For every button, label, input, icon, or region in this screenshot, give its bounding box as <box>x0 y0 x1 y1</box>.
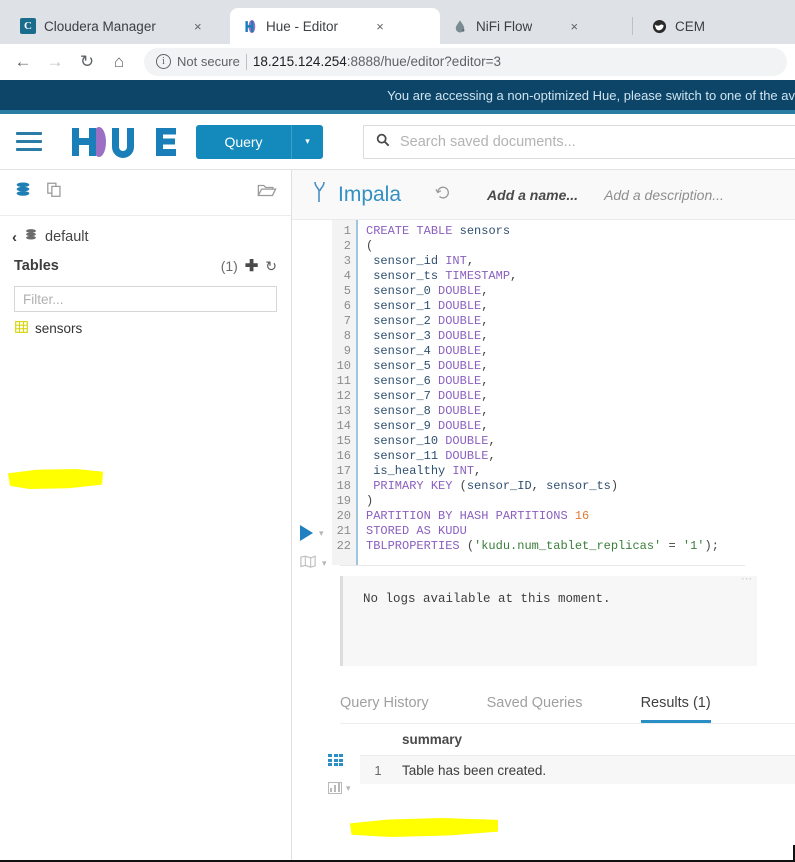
search-placeholder: Search saved documents... <box>400 133 576 150</box>
hamburger-icon[interactable] <box>0 132 58 151</box>
chart-view-control[interactable]: ▾ <box>328 782 360 794</box>
close-icon[interactable]: × <box>370 16 390 36</box>
tab-results[interactable]: Results (1) <box>640 695 711 723</box>
editor-engine-name[interactable]: Impala <box>338 183 401 207</box>
tables-label: Tables <box>14 258 59 274</box>
cell-summary: Table has been created. <box>402 762 547 778</box>
security-status: Not secure <box>177 54 240 69</box>
table-row[interactable]: 1 Table has been created. <box>360 755 795 784</box>
browser-tab-title: NiFi Flow <box>476 18 533 34</box>
browser-tab-hue-editor[interactable]: Hue - Editor × <box>230 8 440 44</box>
database-icon-small <box>24 228 38 246</box>
sql-code-text[interactable]: CREATE TABLE sensors( sensor_id INT, sen… <box>358 220 795 565</box>
back-button[interactable]: ← <box>8 47 38 77</box>
hue-icon <box>242 18 258 34</box>
breadcrumb-database-name[interactable]: default <box>45 229 89 245</box>
logs-separator <box>340 565 745 566</box>
column-header-summary[interactable]: summary <box>396 732 462 755</box>
query-name-input[interactable]: Add a name... <box>487 187 578 203</box>
logs-message: No logs available at this moment. <box>363 592 611 606</box>
forward-button[interactable]: → <box>40 47 70 77</box>
highlight-annotation-sensors <box>8 469 103 489</box>
logs-section: ⋯ No logs available at this moment. <box>340 573 795 666</box>
browser-window: C Cloudera Manager × Hue - Editor × NiFi… <box>0 0 795 862</box>
logs-panel: No logs available at this moment. <box>340 576 757 666</box>
plus-icon[interactable]: ✚ <box>245 256 258 276</box>
result-tabs: Query History Saved Queries Results (1) <box>340 684 795 724</box>
main-body: ‹ default Tables (1) ✚ ↻ Filter... senso… <box>0 170 795 860</box>
tables-header-row: Tables (1) ✚ ↻ <box>0 250 291 284</box>
cem-icon <box>651 18 667 34</box>
close-icon[interactable]: × <box>188 16 208 36</box>
results-area: ▾ summary 1 Table has been created. <box>328 732 795 794</box>
tab-saved-queries[interactable]: Saved Queries <box>487 695 583 723</box>
impala-icon <box>312 181 328 209</box>
browser-tab-title: Cloudera Manager <box>44 18 156 34</box>
code-block[interactable]: 1 2 3 4 5 6 7 8 9 10 11 12 13 14 15 16 17 18 19 20 21 22 CREA… <box>332 220 795 565</box>
database-icon[interactable] <box>14 181 32 204</box>
book-icon[interactable] <box>300 555 316 571</box>
assist-table-item-sensors[interactable]: sensors <box>12 320 85 337</box>
notification-banner-text: You are accessing a non-optimized Hue, p… <box>387 87 795 103</box>
documents-icon[interactable] <box>46 181 64 204</box>
browser-tab-cloudera-manager[interactable]: C Cloudera Manager × <box>8 8 230 44</box>
chevron-down-icon[interactable]: ▾ <box>322 558 327 569</box>
sql-editor[interactable]: ▾ ▾ 1 2 3 4 5 6 7 8 9 10 11 12 13 14 15 … <box>292 220 795 568</box>
refresh-icon[interactable]: ↻ <box>265 258 277 275</box>
browser-tab-title: CEM <box>675 18 705 34</box>
url-host: 18.215.124.254 <box>252 54 347 69</box>
notification-banner: You are accessing a non-optimized Hue, p… <box>0 80 795 110</box>
filter-placeholder: Filter... <box>23 291 64 307</box>
chevron-down-icon[interactable]: ▾ <box>291 124 323 159</box>
results-table-header: summary <box>360 732 795 755</box>
tables-count: (1) <box>220 258 238 274</box>
browser-tab-strip: C Cloudera Manager × Hue - Editor × NiFi… <box>0 0 795 44</box>
chevron-down-icon[interactable]: ▾ <box>346 783 351 794</box>
browser-tab-cem[interactable]: CEM <box>639 8 759 44</box>
logs-resize-handle[interactable]: ⋯ <box>741 572 753 585</box>
chevron-left-icon[interactable]: ‹ <box>12 229 17 246</box>
results-view-switcher: ▾ <box>328 732 360 794</box>
url-text: 18.215.124.254:8888/hue/editor?editor=3 <box>253 54 501 69</box>
url-path: :8888/hue/editor?editor=3 <box>346 54 501 69</box>
row-index: 1 <box>374 762 382 778</box>
reload-button[interactable]: ↻ <box>72 47 102 77</box>
line-number-gutter: 1 2 3 4 5 6 7 8 9 10 11 12 13 14 15 16 17 18 19 20 21 22 <box>332 220 358 565</box>
assist-table-name: sensors <box>35 321 83 336</box>
query-button[interactable]: Query <box>196 124 291 159</box>
chart-view-icon[interactable] <box>328 782 342 794</box>
assist-panel: ‹ default Tables (1) ✚ ↻ Filter... senso… <box>0 170 292 860</box>
grid-view-icon[interactable] <box>328 754 343 766</box>
editor-pane: Impala Add a name... Add a description..… <box>292 170 795 860</box>
query-button-group: Query ▾ <box>196 124 323 159</box>
hue-logo[interactable] <box>58 125 188 159</box>
tab-divider <box>632 17 633 35</box>
assist-toolbar <box>0 170 291 216</box>
editor-header: Impala Add a name... Add a description..… <box>292 170 795 220</box>
run-triangle-icon[interactable] <box>300 525 313 541</box>
tab-query-history[interactable]: Query History <box>340 695 429 723</box>
open-folder-icon[interactable] <box>257 181 277 204</box>
info-icon[interactable]: i <box>156 54 171 69</box>
browser-tab-nifi-flow[interactable]: NiFi Flow × <box>440 8 630 44</box>
nifi-icon <box>452 18 468 34</box>
query-description-input[interactable]: Add a description... <box>604 187 724 203</box>
browser-toolbar: ← → ↻ ⌂ i Not secure 18.215.124.254:8888… <box>0 44 795 80</box>
search-input[interactable]: Search saved documents... <box>363 124 795 159</box>
address-bar[interactable]: i Not secure 18.215.124.254:8888/hue/edi… <box>144 47 787 76</box>
history-icon[interactable] <box>435 185 451 205</box>
breadcrumb: ‹ default <box>0 216 291 250</box>
omnibox-divider <box>245 53 247 70</box>
chevron-down-icon[interactable]: ▾ <box>319 528 324 539</box>
hue-top-nav: Query ▾ Search saved documents... <box>0 114 795 170</box>
close-icon[interactable]: × <box>564 16 584 36</box>
home-button[interactable]: ⌂ <box>104 47 134 77</box>
cloudera-icon: C <box>20 18 36 34</box>
table-icon <box>15 321 28 336</box>
filter-input[interactable]: Filter... <box>14 286 277 312</box>
search-icon <box>376 133 390 151</box>
browser-tab-title: Hue - Editor <box>266 18 339 34</box>
tables-header-actions: (1) ✚ ↻ <box>221 256 277 276</box>
results-table: summary 1 Table has been created. <box>360 732 795 794</box>
